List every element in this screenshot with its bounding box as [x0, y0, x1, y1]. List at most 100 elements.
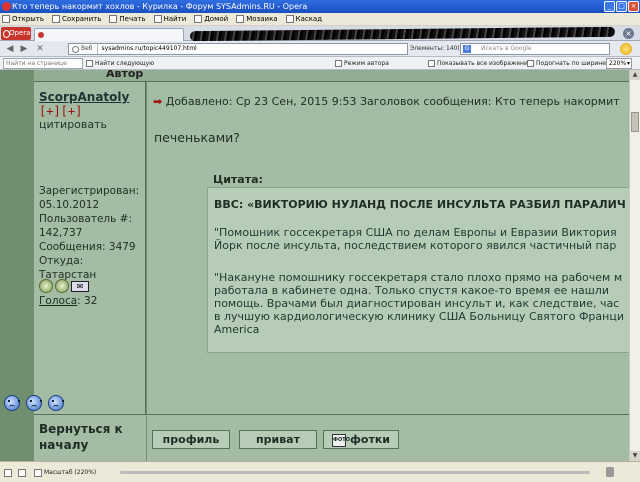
- zoom-slider[interactable]: [120, 471, 590, 474]
- profile-button[interactable]: профиль: [152, 430, 230, 449]
- favicon-icon: [38, 32, 44, 38]
- post-header-strip: Автор: [34, 70, 629, 82]
- back-to-top-link[interactable]: Вернуться к началу: [39, 421, 123, 453]
- web-badge: Веб: [72, 44, 98, 54]
- url-input[interactable]: Веб sysadmins.ru/topic449107.html: [68, 43, 408, 55]
- zoom-icon: [34, 468, 42, 477]
- quote-line: в лучшую кардиологическую клинику США Бо…: [214, 310, 624, 323]
- window-title-bar: Кто теперь накормит хохлов - Курилка - Ф…: [0, 0, 640, 13]
- scroll-up-icon[interactable]: ▲: [630, 70, 640, 80]
- smiley-icon[interactable]: [26, 395, 42, 411]
- author-panel: ScorpAnatoly [+][+] цитировать Зарегистр…: [34, 82, 146, 414]
- author-mode-icon: [335, 60, 342, 67]
- votes: Голоса: 32: [39, 295, 97, 307]
- home-icon: [194, 15, 203, 23]
- fit-width-button[interactable]: Подогнать по ширине: [527, 59, 606, 68]
- tile-icon: [236, 15, 245, 23]
- smiley-icon[interactable]: [4, 395, 20, 411]
- zoom-select[interactable]: 220%: [606, 58, 632, 69]
- quote-line: "Помошник госсекретаря США по делам Евро…: [214, 226, 617, 239]
- menu-save[interactable]: Сохранить: [52, 15, 101, 23]
- images-icon: [428, 60, 435, 67]
- quote-label: Цитата:: [213, 173, 263, 186]
- maximize-button[interactable]: □: [616, 1, 627, 12]
- status-speed-icon[interactable]: [18, 468, 28, 477]
- stop-icon[interactable]: ✕: [34, 43, 46, 55]
- post-body-text: печеньками?: [154, 130, 240, 145]
- folder-icon: [2, 15, 10, 23]
- tab-active[interactable]: [34, 28, 184, 41]
- quote-link[interactable]: цитировать: [39, 118, 107, 131]
- smiley-icon[interactable]: [48, 395, 64, 411]
- save-icon: [52, 15, 60, 23]
- private-button[interactable]: приват: [239, 430, 317, 449]
- show-images-button[interactable]: Показывать все изображения: [428, 59, 531, 68]
- address-bar: ◀ ▶ ✕ Веб sysadmins.ru/topic449107.html …: [0, 41, 640, 57]
- google-icon[interactable]: G: [463, 45, 471, 53]
- opera-menu-button[interactable]: Opera: [1, 27, 31, 40]
- user-info: Зарегистрирован: 05.10.2012 Пользователь…: [39, 185, 140, 281]
- cascade-icon: [285, 15, 294, 23]
- quote-line: Йорк после инсульта, последствием которо…: [214, 239, 617, 252]
- scroll-down-icon[interactable]: ▼: [630, 451, 640, 461]
- url-text: sysadmins.ru/topic449107.html: [101, 45, 197, 52]
- menu-print[interactable]: Печать: [109, 15, 146, 23]
- find-next-icon: [86, 60, 93, 67]
- close-tab-icon[interactable]: ×: [623, 28, 634, 39]
- votes-link[interactable]: Голоса: [39, 295, 77, 307]
- back-to-top-cell: Вернуться к началу: [34, 414, 146, 461]
- window-title: Кто теперь накормит хохлов - Курилка - Ф…: [12, 2, 308, 11]
- post-panel: ➡ Добавлено: Ср 23 Сен, 2015 9:53 Заголо…: [147, 82, 629, 414]
- arrow-icon[interactable]: ➡: [153, 95, 162, 108]
- find-in-page-input[interactable]: Найти на странице: [3, 58, 83, 69]
- close-button[interactable]: ×: [628, 1, 639, 12]
- menu-home[interactable]: Домой: [194, 15, 228, 23]
- minimize-button[interactable]: _: [604, 1, 615, 12]
- zoom-slider-knob[interactable]: [606, 467, 614, 477]
- page-content: Автор ScorpAnatoly [+][+] цитировать Зар…: [0, 70, 629, 461]
- menu-tile[interactable]: Мозаика: [236, 15, 278, 23]
- printer-icon: [109, 15, 118, 23]
- photos-button[interactable]: ФОТОфотки: [323, 430, 399, 449]
- post-actions: профиль приват ФОТОфотки: [147, 414, 629, 461]
- page-toolbar: Найти на странице Найти следующую Режим …: [0, 57, 640, 70]
- status-panel-icon[interactable]: [4, 468, 14, 477]
- search-input[interactable]: G Искать в Google: [460, 43, 610, 55]
- find-next-button[interactable]: Найти следующую: [86, 59, 154, 68]
- quote-line: помощь. Врачами был диагностирован инсул…: [214, 297, 620, 310]
- panel-icon: [4, 468, 12, 477]
- votes-count: : 32: [77, 295, 98, 307]
- post-meta: ➡ Добавлено: Ср 23 Сен, 2015 9:53 Заголо…: [153, 95, 620, 108]
- quote-box: BBC: «ВИКТОРИЮ НУЛАНД ПОСЛЕ ИНСУЛЬТА РАЗ…: [207, 187, 629, 353]
- opera-icon: [2, 2, 11, 11]
- author-column-header: Автор: [106, 70, 144, 80]
- private-message-icon[interactable]: ✉: [71, 280, 89, 292]
- quote-headline: BBC: «ВИКТОРИЮ НУЛАНД ПОСЛЕ ИНСУЛЬТА РАЗ…: [214, 198, 626, 211]
- speed-icon: [18, 468, 26, 477]
- globe-icon: [72, 45, 79, 53]
- magnifier-icon: [153, 15, 162, 23]
- menu-open[interactable]: Открыть: [2, 15, 44, 23]
- quote-line: "Накануне помошнику госсекретаря стало п…: [214, 271, 623, 284]
- reputation-plus[interactable]: [+][+]: [39, 104, 82, 118]
- award-icon: [39, 279, 53, 293]
- quote-line: America: [214, 323, 260, 336]
- status-bar: Масштаб (220%): [0, 461, 640, 482]
- smiles-row: [4, 395, 64, 411]
- post-meta-text: Добавлено: Ср 23 Сен, 2015 9:53 Заголово…: [165, 95, 620, 108]
- zoom-status[interactable]: Масштаб (220%): [34, 468, 96, 477]
- menu-cascade[interactable]: Каскад: [285, 15, 322, 23]
- username-link[interactable]: ScorpAnatoly: [39, 90, 129, 104]
- scroll-thumb[interactable]: [631, 112, 639, 132]
- awards-row: ✉: [39, 279, 89, 293]
- vertical-scrollbar[interactable]: ▲ ▼: [629, 70, 640, 461]
- back-icon[interactable]: ◀: [4, 43, 16, 55]
- photo-icon: ФОТО: [331, 433, 350, 447]
- weather-icon[interactable]: [620, 43, 632, 55]
- fit-width-icon: [527, 60, 534, 67]
- menu-bar: Открыть Сохранить Печать Найти Домой Моз…: [0, 13, 640, 26]
- author-mode-button[interactable]: Режим автора: [335, 59, 389, 68]
- quote-line: работала в кабинете одна. Только спустя …: [214, 284, 609, 297]
- forward-icon[interactable]: ▶: [18, 43, 30, 55]
- menu-find[interactable]: Найти: [153, 15, 186, 23]
